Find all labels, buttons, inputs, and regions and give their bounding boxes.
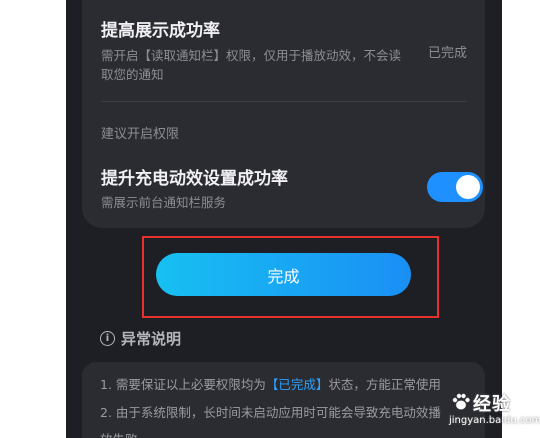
toggle-knob (456, 175, 480, 199)
notice-line-1-prefix: 1. 需要保证以上必要权限均为 (100, 377, 266, 392)
section-label: 建议开启权限 (101, 127, 180, 142)
notice-line-2: 2. 由于系统限制，长时间未启动应用时可能会导致充电动效播 (100, 405, 441, 420)
done-button[interactable]: 完成 (156, 253, 411, 296)
watermark: 经验 jingyan.baidu.com (445, 388, 540, 436)
notice-line-1-highlight: 【已完成】 (265, 377, 329, 392)
permission-title-charging: 提升充电动效设置成功率 (101, 169, 288, 189)
watermark-text: 经验 (473, 394, 511, 415)
permissions-card: 提高展示成功率 需开启【读取通知栏】权限，仅用于播放动效，不会读取您的通知 已完… (82, 0, 485, 228)
notice-header-label: 异常说明 (121, 330, 182, 348)
status-badge: 已完成 (427, 46, 467, 61)
notice-header: i 异常说明 (100, 328, 181, 349)
notice-line-1: 1. 需要保证以上必要权限均为【已完成】状态，方能正常使用 (100, 374, 441, 393)
permission-desc-charging: 需展示前台通知栏服务 (101, 195, 227, 210)
charging-permission-toggle[interactable] (427, 172, 483, 202)
divider (101, 101, 467, 102)
notice-card: 1. 需要保证以上必要权限均为【已完成】状态，方能正常使用 2. 由于系统限制，… (82, 362, 485, 438)
paw-logo-icon (452, 393, 470, 410)
notice-line-3: 放失败 (100, 429, 138, 438)
app-screen: 提高展示成功率 需开启【读取通知栏】权限，仅用于播放动效，不会读取您的通知 已完… (66, 0, 502, 438)
permission-title-display: 提高展示成功率 (101, 21, 220, 41)
notice-line-1-suffix: 状态，方能正常使用 (328, 377, 441, 392)
info-icon: i (100, 331, 115, 346)
permission-desc-display: 需开启【读取通知栏】权限，仅用于播放动效，不会读取您的通知 (101, 48, 402, 82)
watermark-url: jingyan.baidu.com (449, 415, 540, 426)
